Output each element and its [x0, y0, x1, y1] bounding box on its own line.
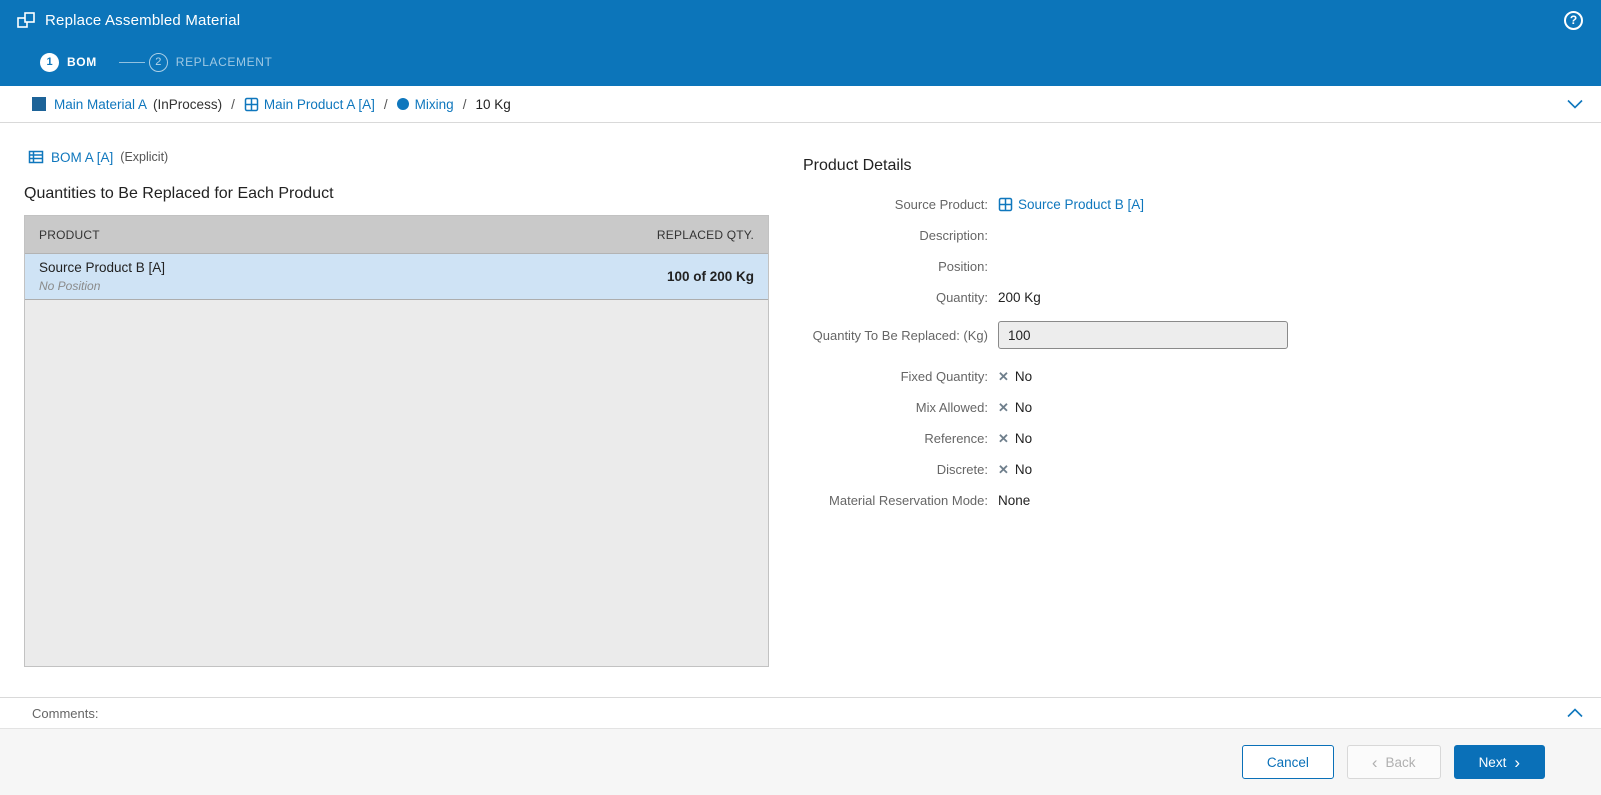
column-header-replaced-qty: REPLACED QTY. [656, 227, 754, 242]
reference-label: Reference: [924, 431, 988, 446]
breadcrumb-operation-link[interactable]: Mixing [415, 97, 454, 112]
back-button[interactable]: ‹ Back [1346, 745, 1441, 779]
source-product-label: Source Product: [894, 197, 988, 212]
next-button-label: Next [1478, 754, 1507, 770]
bom-type-label: (Explicit) [120, 150, 169, 164]
breadcrumb-separator: / [383, 96, 388, 112]
quantity-value: 200 Kg [998, 290, 1041, 305]
cancel-button-label: Cancel [1266, 754, 1309, 770]
x-icon: ✕ [998, 461, 1009, 477]
breadcrumb-material-link[interactable]: Main Material A [54, 97, 147, 112]
step-1-circle: 1 [40, 52, 59, 72]
page-title: Replace Assembled Material [45, 11, 241, 29]
row-replaced-qty: 100 of 200 Kg [666, 269, 754, 284]
row-position-label: No Position [39, 279, 101, 293]
quantity-label: Quantity: [935, 290, 988, 305]
quantities-table: PRODUCT REPLACED QTY. Source Product B [… [24, 215, 769, 667]
step-connector-line [118, 61, 145, 63]
source-product-link[interactable]: Source Product B [A] [1018, 197, 1144, 212]
product-grid-icon [998, 197, 1013, 212]
mix-allowed-label: Mix Allowed: [915, 400, 988, 415]
mix-allowed-value: No [1014, 400, 1033, 415]
footer-bar: Cancel ‹ Back Next › [0, 728, 1601, 795]
step-2-circle: 2 [148, 52, 168, 72]
discrete-label: Discrete: [936, 462, 988, 477]
table-header-row: PRODUCT REPLACED QTY. [25, 216, 768, 254]
chevron-up-icon[interactable] [1567, 708, 1583, 718]
breadcrumb-separator: / [462, 96, 467, 112]
table-row[interactable]: Source Product B [A] No Position 100 of … [25, 254, 768, 300]
row-product-name: Source Product B [A] [39, 260, 166, 275]
breadcrumb-separator: / [231, 96, 235, 112]
x-icon: ✕ [998, 368, 1009, 384]
material-status: (InProcess) [153, 96, 223, 112]
material-reservation-mode-label: Material Reservation Mode: [829, 493, 988, 508]
step-1-label: BOM [67, 55, 97, 69]
qty-to-be-replaced-input[interactable] [998, 321, 1288, 349]
main-content: BOM A [A] (Explicit) Quantities to Be Re… [0, 123, 1601, 697]
cancel-button[interactable]: Cancel [1241, 745, 1334, 779]
position-label: Position: [938, 259, 988, 274]
wizard-step-replacement[interactable]: 2 REPLACEMENT [148, 52, 273, 72]
discrete-value: No [1014, 462, 1033, 477]
fixed-quantity-label: Fixed Quantity: [900, 369, 988, 384]
material-square-icon [32, 97, 46, 111]
wizard-steps: 1 BOM 2 REPLACEMENT [0, 40, 1601, 84]
table-empty-area [25, 300, 768, 666]
product-details-title: Product Details [803, 157, 912, 174]
bom-list-icon [28, 149, 44, 165]
product-grid-icon [244, 97, 259, 112]
breadcrumb: Main Material A (InProcess) / Main Produ… [0, 86, 1601, 123]
x-icon: ✕ [998, 430, 1009, 446]
breadcrumb-quantity: 10 Kg [475, 96, 511, 112]
x-icon: ✕ [998, 399, 1009, 415]
step-2-label: REPLACEMENT [175, 55, 273, 69]
chevron-down-icon[interactable] [1567, 99, 1583, 109]
comments-bar: Comments: [0, 697, 1601, 728]
product-details-panel: Product Details Source Product: Source P… [803, 123, 1585, 697]
qty-to-be-replaced-label: Quantity To Be Replaced: (Kg) [812, 327, 988, 343]
column-header-product: PRODUCT [39, 227, 100, 242]
help-icon[interactable]: ? [1564, 10, 1583, 30]
wizard-step-bom[interactable]: 1 BOM [40, 52, 97, 72]
app-header: Replace Assembled Material ? 1 BOM 2 REP… [0, 0, 1601, 86]
bom-link[interactable]: BOM A [A] [51, 150, 113, 165]
reference-value: No [1014, 431, 1033, 446]
breadcrumb-product-link[interactable]: Main Product A [A] [264, 97, 375, 112]
operation-dot-icon [396, 98, 409, 110]
description-label: Description: [919, 228, 988, 243]
fixed-quantity-value: No [1014, 369, 1033, 384]
back-chevron-icon: ‹ [1371, 752, 1378, 772]
quantities-section-title: Quantities to Be Replaced for Each Produ… [24, 185, 334, 202]
next-button[interactable]: Next › [1453, 745, 1545, 779]
next-chevron-icon: › [1514, 752, 1520, 772]
replace-material-icon [16, 10, 36, 30]
back-button-label: Back [1385, 754, 1416, 770]
material-reservation-mode-value: None [998, 493, 1031, 508]
comments-label: Comments: [32, 705, 99, 721]
